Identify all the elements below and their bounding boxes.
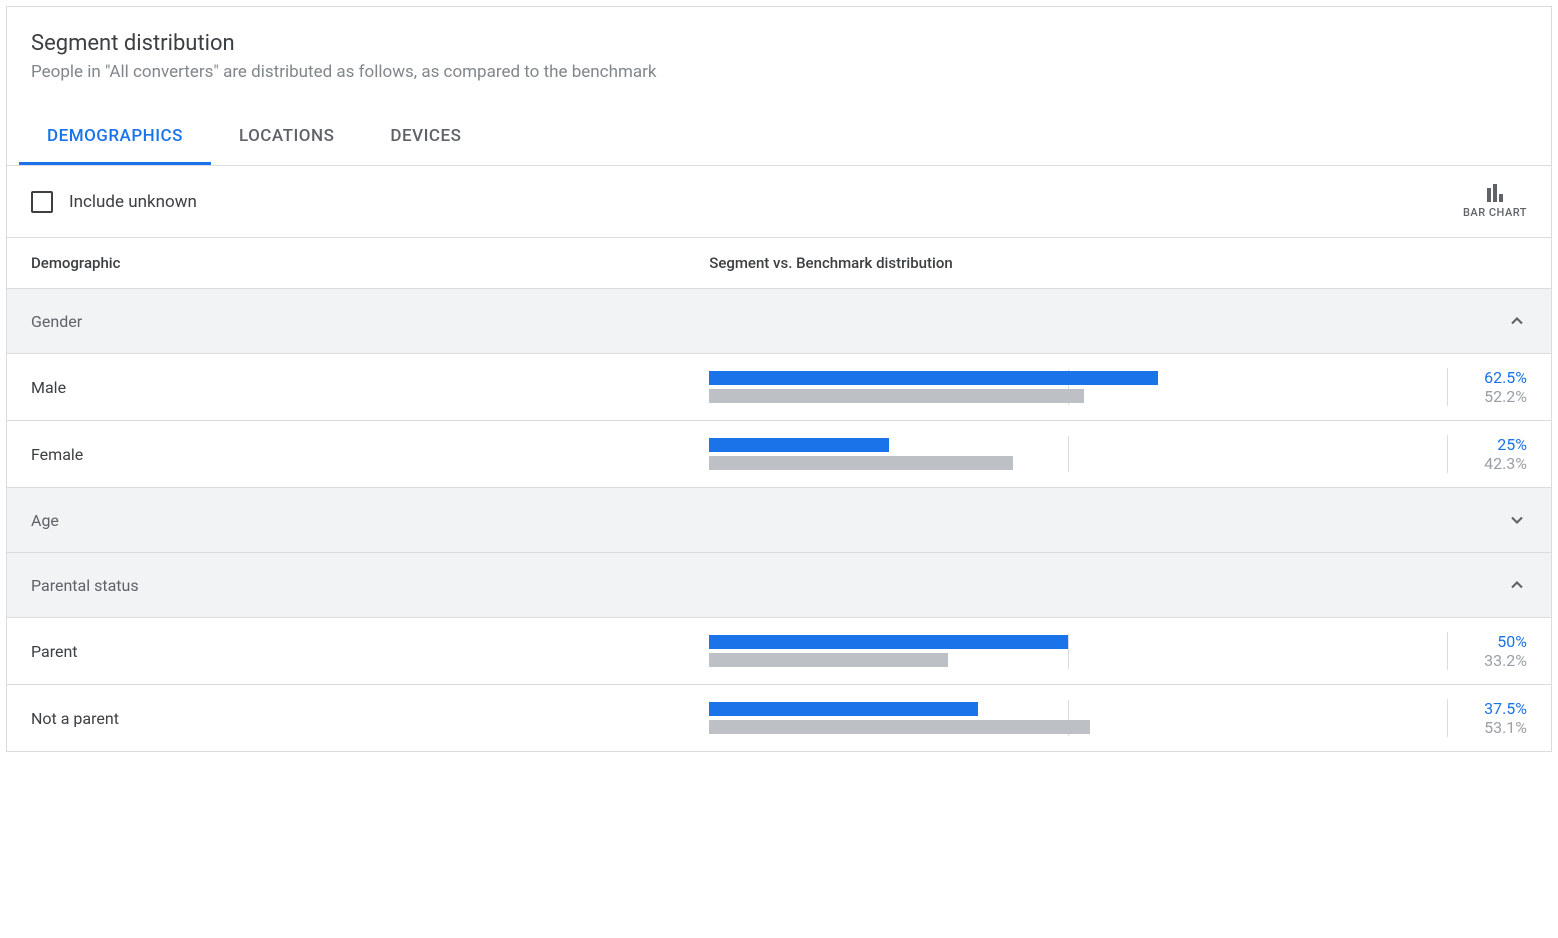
- chart-type-toggle[interactable]: BAR CHART: [1463, 184, 1527, 219]
- row-not-parent: Not a parent 37.5% 53.1%: [7, 685, 1551, 751]
- section-gender-label: Gender: [31, 312, 82, 331]
- row-parent-bars: [709, 633, 1427, 669]
- row-not-parent-label: Not a parent: [31, 709, 689, 728]
- row-not-parent-benchmark-value: 53.1%: [1458, 718, 1527, 737]
- checkbox-box[interactable]: [31, 191, 53, 213]
- row-female-segment-value: 25%: [1458, 435, 1527, 454]
- row-female: Female 25% 42.3%: [7, 421, 1551, 488]
- row-female-benchmark-value: 42.3%: [1458, 454, 1527, 473]
- column-headers: Demographic Segment vs. Benchmark distri…: [7, 238, 1551, 289]
- column-distribution: Segment vs. Benchmark distribution: [709, 254, 1527, 272]
- tab-devices[interactable]: DEVICES: [362, 110, 489, 165]
- column-demographic: Demographic: [31, 254, 689, 272]
- gridline-50: [1068, 436, 1069, 472]
- row-not-parent-bars: [709, 700, 1427, 736]
- panel-title: Segment distribution: [31, 31, 1527, 56]
- chevron-up-icon: [1507, 311, 1527, 331]
- include-unknown-label: Include unknown: [69, 192, 197, 212]
- section-parental-header[interactable]: Parental status: [7, 553, 1551, 618]
- row-female-label: Female: [31, 445, 689, 464]
- row-parent-benchmark-value: 33.2%: [1458, 651, 1527, 670]
- row-not-parent-values: 37.5% 53.1%: [1447, 699, 1527, 737]
- row-female-segment-bar: [709, 438, 888, 452]
- row-parent-segment-bar: [709, 635, 1068, 649]
- row-male-values: 62.5% 52.2%: [1447, 368, 1527, 406]
- include-unknown-checkbox[interactable]: Include unknown: [31, 191, 197, 213]
- section-age-header[interactable]: Age: [7, 488, 1551, 553]
- section-age-label: Age: [31, 511, 59, 530]
- row-parent-benchmark-bar: [709, 653, 947, 667]
- chevron-down-icon: [1507, 510, 1527, 530]
- row-male-bars: [709, 369, 1427, 405]
- row-male: Male 62.5% 52.2%: [7, 354, 1551, 421]
- tab-bar: DEMOGRAPHICS LOCATIONS DEVICES: [7, 110, 1551, 166]
- row-male-benchmark-value: 52.2%: [1458, 387, 1527, 406]
- row-male-label: Male: [31, 378, 689, 397]
- gridline-50: [1068, 633, 1069, 669]
- row-male-segment-bar: [709, 371, 1158, 385]
- chart-toggle-label: BAR CHART: [1463, 206, 1527, 219]
- chevron-up-icon: [1507, 575, 1527, 595]
- row-parent: Parent 50% 33.2%: [7, 618, 1551, 685]
- row-parent-label: Parent: [31, 642, 689, 661]
- controls-row: Include unknown BAR CHART: [7, 166, 1551, 238]
- row-female-benchmark-bar: [709, 456, 1013, 470]
- row-female-values: 25% 42.3%: [1447, 435, 1527, 473]
- row-male-benchmark-bar: [709, 389, 1084, 403]
- segment-distribution-panel: Segment distribution People in "All conv…: [6, 6, 1552, 752]
- row-parent-values: 50% 33.2%: [1447, 632, 1527, 670]
- tab-demographics[interactable]: DEMOGRAPHICS: [19, 110, 211, 165]
- section-parental-label: Parental status: [31, 576, 139, 595]
- section-gender-header[interactable]: Gender: [7, 289, 1551, 354]
- row-not-parent-segment-value: 37.5%: [1458, 699, 1527, 718]
- tab-locations[interactable]: LOCATIONS: [211, 110, 362, 165]
- row-male-segment-value: 62.5%: [1458, 368, 1527, 387]
- row-not-parent-segment-bar: [709, 702, 978, 716]
- row-parent-segment-value: 50%: [1458, 632, 1527, 651]
- panel-header: Segment distribution People in "All conv…: [7, 7, 1551, 90]
- row-female-bars: [709, 436, 1427, 472]
- panel-subtitle: People in "All converters" are distribut…: [31, 62, 1527, 82]
- bar-chart-icon: [1487, 184, 1503, 202]
- row-not-parent-benchmark-bar: [709, 720, 1090, 734]
